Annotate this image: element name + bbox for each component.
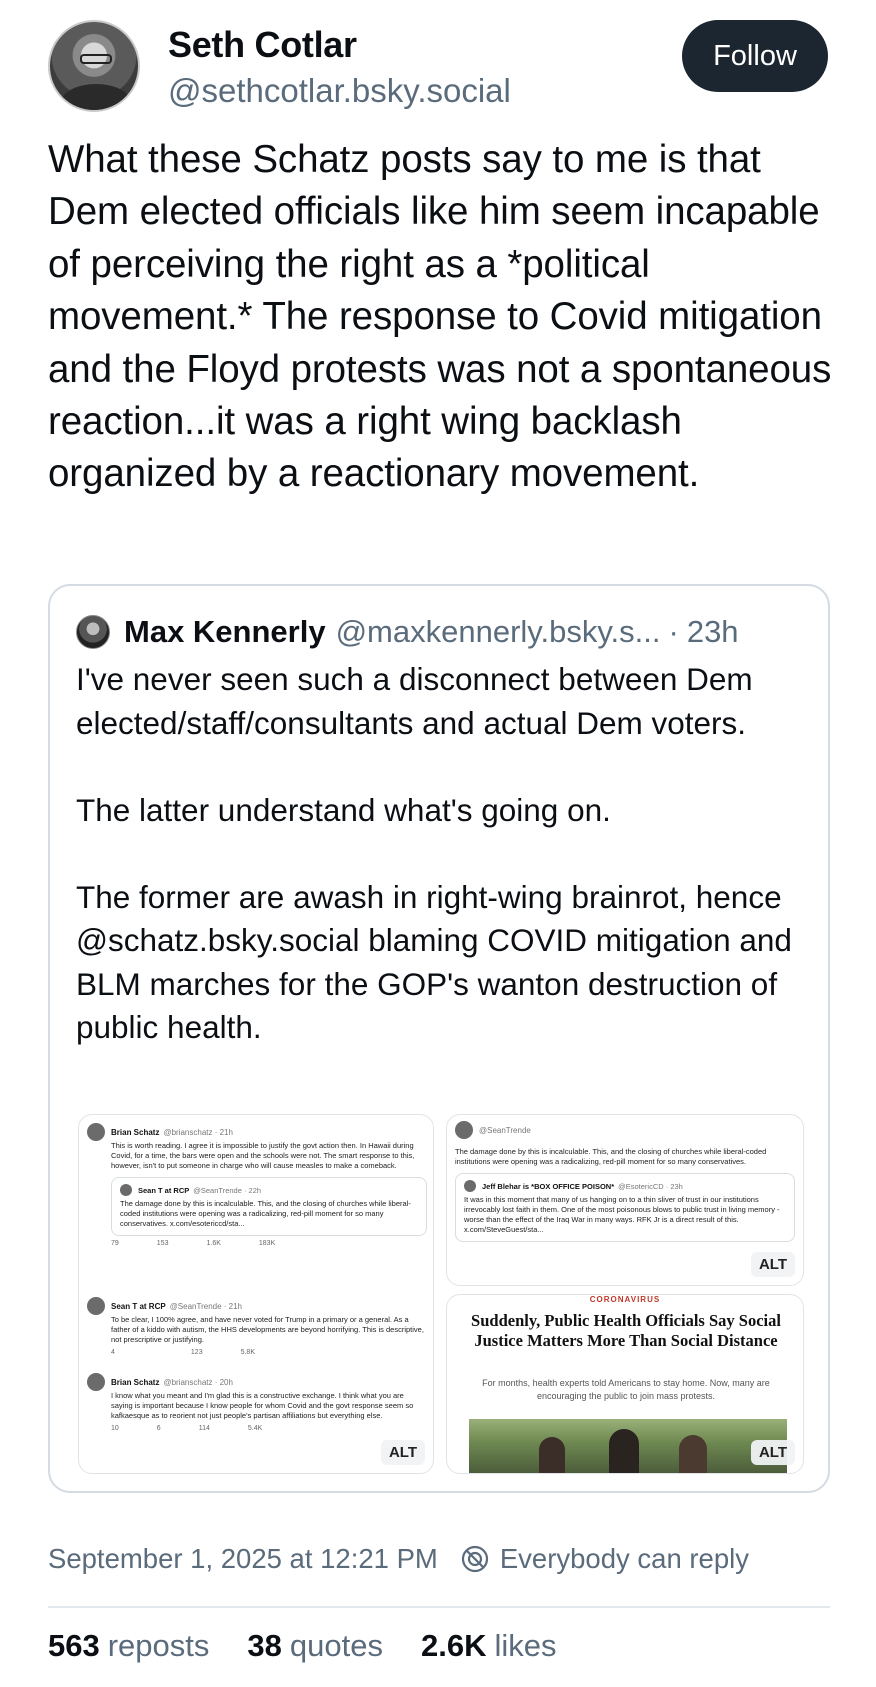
quoted-author-avatar: [76, 615, 110, 649]
quotes-count[interactable]: 38: [247, 1628, 281, 1664]
screenshot-tweet-name: Brian Schatz: [111, 1127, 160, 1137]
quoted-author-handle: @maxkennerly.bsky.s...: [335, 614, 661, 649]
screenshot-tweet-name: Sean T at RCP: [111, 1301, 166, 1311]
screenshot-embedded-tweet: Jeff Blehar is *BOX OFFICE POISON* @Esot…: [455, 1173, 795, 1242]
reposts-count[interactable]: 563: [48, 1628, 100, 1664]
screenshot-tweet-stats: 10 6 114 5.4K: [111, 1425, 263, 1432]
screenshot-embed-body: The damage done by this is incalculable.…: [120, 1199, 411, 1228]
screenshot-embed-name: Jeff Blehar is *BOX OFFICE POISON*: [482, 1181, 615, 1191]
screenshot-tweet-meta: @brianschatz · 21h: [163, 1127, 233, 1137]
screenshot-tweet-meta: @SeanTrende · 21h: [169, 1301, 242, 1311]
embedded-image-thread-screenshot[interactable]: Brian Schatz @brianschatz · 21h This is …: [78, 1114, 434, 1474]
reply-setting-label[interactable]: Everybody can reply: [500, 1543, 749, 1575]
screenshot-embed-name: Sean T at RCP: [138, 1185, 190, 1195]
screenshot-tweet-name: Brian Schatz: [111, 1377, 160, 1387]
quoted-separator: ·: [668, 614, 679, 649]
reposts-label[interactable]: reposts: [108, 1628, 210, 1664]
screenshot-tweet-body: This is worth reading. I agree it is imp…: [111, 1141, 415, 1170]
engagement-stats: 563 reposts 38 quotes 2.6K likes: [48, 1628, 594, 1664]
article-dek: For months, health experts told American…: [482, 1378, 770, 1401]
embedded-image-news-article[interactable]: CORONAVIRUS Suddenly, Public Health Offi…: [446, 1294, 804, 1474]
author-name[interactable]: Seth Cotlar: [168, 24, 357, 66]
embedded-image-tweet-screenshot[interactable]: @SeanTrende The damage done by this is i…: [446, 1114, 804, 1286]
post-meta-row: September 1, 2025 at 12:21 PM Everybody …: [48, 1543, 838, 1575]
screenshot-embed-meta: @EsotericCD · 23h: [618, 1181, 683, 1191]
screenshot-tweet-body: The damage done by this is incalculable.…: [455, 1147, 767, 1166]
article-headline: Suddenly, Public Health Officials Say So…: [471, 1311, 781, 1350]
article-kicker: CORONAVIRUS: [589, 1295, 661, 1304]
likes-count[interactable]: 2.6K: [421, 1628, 486, 1664]
screenshot-tweet: Brian Schatz @brianschatz · 21h This is …: [87, 1123, 427, 1247]
screenshot-tweet: Brian Schatz @brianschatz · 20h I know w…: [87, 1373, 427, 1432]
quoted-post-card[interactable]: Max Kennerly @maxkennerly.bsky.s... · 23…: [48, 584, 830, 1493]
alt-text-badge[interactable]: ALT: [380, 1440, 425, 1465]
quotes-label[interactable]: quotes: [290, 1628, 383, 1664]
author-handle[interactable]: @sethcotlar.bsky.social: [168, 72, 511, 110]
quoted-author-name: Max Kennerly: [124, 614, 326, 649]
quoted-post-time: 23h: [686, 614, 739, 649]
divider: [48, 1606, 830, 1608]
follow-button[interactable]: Follow: [682, 20, 828, 92]
alt-text-badge[interactable]: ALT: [750, 1440, 795, 1465]
screenshot-tweet: Sean T at RCP @SeanTrende · 21h To be cl…: [87, 1297, 427, 1356]
screenshot-embed-meta: @SeanTrende · 22h: [193, 1185, 262, 1195]
screenshot-tweet-body: To be clear, I 100% agree, and have neve…: [111, 1315, 424, 1344]
screenshot-tweet: @SeanTrende The damage done by this is i…: [455, 1121, 795, 1242]
screenshot-tweet-stats: 4 123 5.8K: [111, 1349, 255, 1356]
reply-restriction-icon: [461, 1545, 488, 1573]
author-avatar[interactable]: [48, 20, 140, 112]
screenshot-tweet-body: I know what you meant and I'm glad this …: [111, 1391, 414, 1420]
article-photo: [469, 1419, 787, 1473]
screenshot-embedded-tweet: Sean T at RCP @SeanTrende · 22h The dama…: [111, 1177, 427, 1236]
post-text: What these Schatz posts say to me is tha…: [48, 138, 832, 496]
screenshot-embed-body: It was in this moment that many of us ha…: [464, 1195, 780, 1234]
post-author-header: Seth Cotlar @sethcotlar.bsky.social Foll…: [48, 20, 828, 116]
screenshot-tweet-meta: @SeanTrende: [479, 1125, 531, 1135]
quoted-post-text: I've never seen such a disconnect betwee…: [76, 661, 792, 1045]
screenshot-tweet-stats: 79 153 1.6K 183K: [111, 1240, 276, 1247]
screenshot-tweet-meta: @brianschatz · 20h: [163, 1377, 233, 1387]
likes-label[interactable]: likes: [494, 1628, 556, 1664]
alt-text-badge[interactable]: ALT: [750, 1252, 795, 1277]
post-timestamp: September 1, 2025 at 12:21 PM: [48, 1543, 438, 1574]
quoted-post-header: Max Kennerly @maxkennerly.bsky.s... · 23…: [76, 610, 739, 654]
